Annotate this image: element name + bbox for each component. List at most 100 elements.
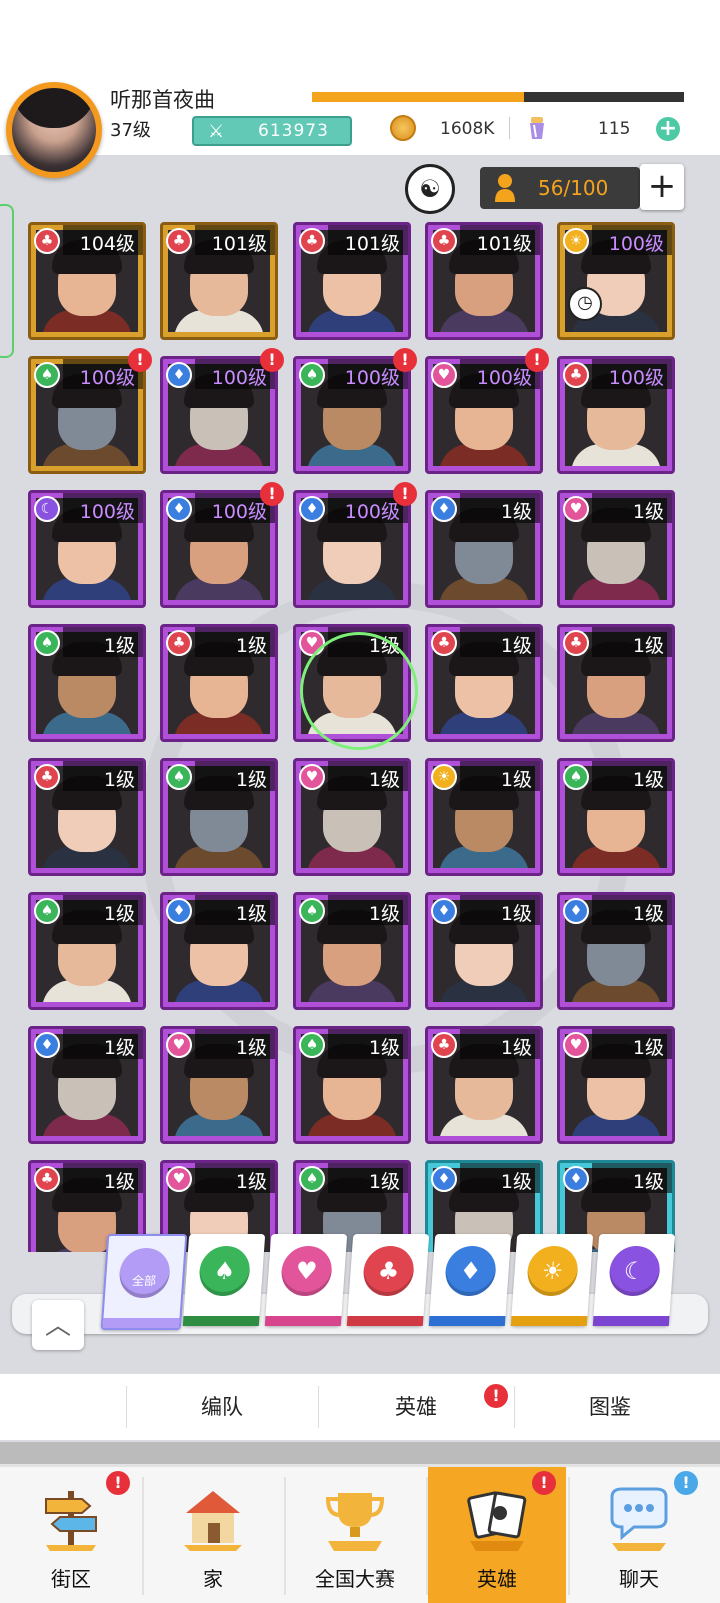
hero-card[interactable]: 1级 ♣ xyxy=(425,624,543,742)
faction-moon-icon: ☾ xyxy=(34,496,60,522)
hero-card[interactable]: 1级 ♥ xyxy=(557,490,675,608)
hero-level: 1级 xyxy=(235,1171,267,1193)
filter-green-icon: ♠ xyxy=(197,1246,252,1296)
hero-card[interactable]: 100级 ♥ xyxy=(425,356,543,474)
faction-red-icon: ♣ xyxy=(299,228,325,254)
faction-green-icon: ♠ xyxy=(299,898,325,924)
faction-green-icon: ♠ xyxy=(299,1032,325,1058)
hero-card[interactable]: 1级 ♠ xyxy=(28,624,146,742)
hero-card[interactable]: 1级 ♥ xyxy=(160,1026,278,1144)
expand-capacity-button[interactable]: + xyxy=(640,164,684,210)
hero-card[interactable]: 100级 ☀ ◷ xyxy=(557,222,675,340)
filter-tab-red[interactable]: ♣ xyxy=(346,1234,430,1326)
hero-card[interactable]: 1级 ☀ xyxy=(425,758,543,876)
hero-card[interactable]: 101级 ♣ xyxy=(160,222,278,340)
chat-bubble-icon xyxy=(604,1483,674,1553)
add-gems-button[interactable]: + xyxy=(656,117,680,141)
hero-card[interactable]: 1级 ♠ xyxy=(293,892,411,1010)
clock-icon: ◷ xyxy=(568,287,602,321)
person-icon xyxy=(495,174,515,202)
nav-chat-bubble[interactable]: 聊天! xyxy=(570,1467,708,1603)
hero-card[interactable]: 1级 ♠ xyxy=(557,758,675,876)
hero-level: 1级 xyxy=(500,501,532,523)
hero-alert-badge: ! xyxy=(525,348,549,372)
tab-formation[interactable]: 编队 xyxy=(126,1374,318,1440)
filter-tab-moon[interactable]: ☾ xyxy=(592,1234,676,1326)
hero-level: 1级 xyxy=(368,1171,400,1193)
filter-pink-icon: ♥ xyxy=(279,1246,334,1296)
hero-card[interactable]: 100级 ☾ xyxy=(28,490,146,608)
hero-card[interactable]: 1级 ♣ xyxy=(425,1026,543,1144)
faction-red-icon: ♣ xyxy=(563,630,589,656)
top-bar: 听那首夜曲 37级 ⚔ 613973 1608K 115 + xyxy=(0,0,720,155)
scroll-up-button[interactable]: ︿ xyxy=(32,1300,84,1350)
hero-card[interactable]: 1级 ♦ xyxy=(28,1026,146,1144)
gem-icon xyxy=(530,117,544,139)
hero-card[interactable]: 100级 ♣ xyxy=(557,356,675,474)
nav-trophy[interactable]: 全国大赛 xyxy=(286,1467,424,1603)
hero-level: 1级 xyxy=(235,1037,267,1059)
hero-level: 1级 xyxy=(368,769,400,791)
tab-heroes[interactable]: 英雄 xyxy=(318,1374,514,1440)
hero-card[interactable]: 100级 ♦ xyxy=(160,490,278,608)
trophy-icon xyxy=(320,1483,390,1553)
hero-card[interactable]: 1级 ♠ xyxy=(28,892,146,1010)
hero-alert-badge: ! xyxy=(260,482,284,506)
hero-level: 1级 xyxy=(632,635,664,657)
hero-card[interactable]: 101级 ♣ xyxy=(425,222,543,340)
bottom-navigation: 街区! 家全国大赛 英雄! 聊天! xyxy=(0,1442,720,1603)
faction-pink-icon: ♥ xyxy=(166,1166,192,1192)
faction-green-icon: ♠ xyxy=(299,362,325,388)
nav-house[interactable]: 家 xyxy=(144,1467,282,1603)
hero-card[interactable]: 1级 ♣ xyxy=(28,758,146,876)
hero-subnav: 编队 英雄 ! 图鉴 xyxy=(0,1373,720,1440)
hero-card[interactable]: 100级 ♠ xyxy=(293,356,411,474)
hero-card[interactable]: 1级 ♦ xyxy=(557,892,675,1010)
hero-level: 100级 xyxy=(608,233,664,255)
filter-tab-green[interactable]: ♠ xyxy=(182,1234,266,1326)
hero-capacity: 56/100 xyxy=(480,167,640,209)
hero-level: 1级 xyxy=(632,769,664,791)
hero-level: 1级 xyxy=(103,769,135,791)
tab-codex[interactable]: 图鉴 xyxy=(514,1374,706,1440)
hero-alert-badge: ! xyxy=(260,348,284,372)
player-avatar[interactable] xyxy=(6,82,102,178)
faction-blue-icon: ♦ xyxy=(431,898,457,924)
nav-signpost[interactable]: 街区! xyxy=(2,1467,140,1603)
hero-card[interactable]: 1级 ♦ xyxy=(425,892,543,1010)
filter-tab-pink[interactable]: ♥ xyxy=(264,1234,348,1326)
hero-level: 100级 xyxy=(476,367,532,389)
hero-card[interactable]: 1级 ♥ xyxy=(293,758,411,876)
hero-card[interactable]: 1级 ♣ xyxy=(160,624,278,742)
hero-card[interactable]: 1级 ♠ xyxy=(293,1026,411,1144)
filter-red-icon: ♣ xyxy=(361,1246,416,1296)
hero-card[interactable]: 100级 ♦ xyxy=(160,356,278,474)
hero-card[interactable]: 101级 ♣ xyxy=(293,222,411,340)
hero-card[interactable]: 100级 ♠ xyxy=(28,356,146,474)
faction-red-icon: ♣ xyxy=(34,228,60,254)
hero-card[interactable]: 1级 ♣ xyxy=(557,624,675,742)
faction-green-icon: ♠ xyxy=(34,898,60,924)
hero-card[interactable]: 1级 ♠ xyxy=(160,758,278,876)
faction-blue-icon: ♦ xyxy=(431,496,457,522)
filter-all-icon: 全部 xyxy=(117,1248,172,1298)
nav-alert-badge: ! xyxy=(532,1471,556,1495)
hero-card[interactable]: 1级 ♦ xyxy=(425,490,543,608)
hero-card[interactable]: 104级 ♣ xyxy=(28,222,146,340)
filter-moon-icon: ☾ xyxy=(607,1246,662,1296)
faction-emblem-icon[interactable]: ☯ xyxy=(405,164,455,214)
hero-level: 1级 xyxy=(103,635,135,657)
hero-card[interactable]: 1级 ♥ xyxy=(557,1026,675,1144)
filter-tab-all[interactable]: 全部 xyxy=(100,1234,188,1330)
filter-tab-sun[interactable]: ☀ xyxy=(510,1234,594,1326)
hero-cards-icon xyxy=(462,1483,532,1553)
hero-card[interactable]: 100级 ♦ xyxy=(293,490,411,608)
hero-level: 1级 xyxy=(632,903,664,925)
hero-card[interactable]: 1级 ♦ xyxy=(160,892,278,1010)
hero-level: 1级 xyxy=(500,1037,532,1059)
hero-level: 104级 xyxy=(79,233,135,255)
nav-label: 街区 xyxy=(51,1567,91,1591)
nav-hero-cards[interactable]: 英雄! xyxy=(428,1467,566,1603)
combat-power-badge: ⚔ 613973 xyxy=(192,116,352,146)
filter-tab-blue[interactable]: ♦ xyxy=(428,1234,512,1326)
